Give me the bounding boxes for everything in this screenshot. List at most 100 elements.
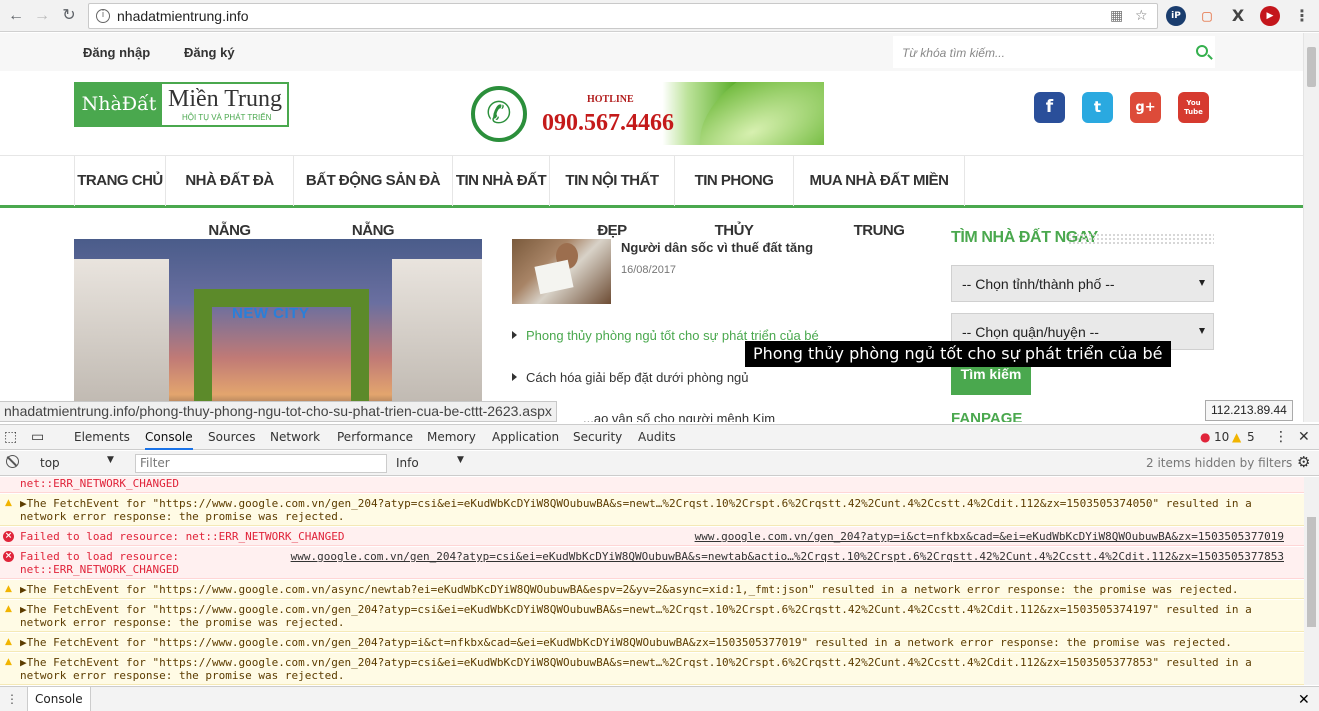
hero-building-right	[392, 259, 482, 422]
featured-thumbnail[interactable]	[512, 239, 611, 304]
page-scrollbar-thumb[interactable]	[1307, 47, 1316, 87]
nav-item-interior-news[interactable]: TIN NỘI THẤT ĐẸP	[549, 156, 674, 239]
nav-item-danang-real-estate[interactable]: BẤT ĐỘNG SẢN ĐÀ NẴNG	[293, 156, 452, 239]
close-devtools-icon[interactable]: ✕	[1298, 425, 1310, 450]
console-message-text: ▶The FetchEvent for "https://www.google.…	[20, 583, 1239, 596]
browser-toolbar: ← → ↻ i nhadatmientrung.info ▦ ☆ iP ▢ X …	[0, 0, 1319, 32]
console-error-message[interactable]: ×net::ERR_NETWORK_CHANGED	[0, 477, 1304, 493]
main-nav: TRANG CHỦ NHÀ ĐẤT ĐÀ NẴNG BẤT ĐỘNG SẢN Đ…	[0, 155, 1303, 239]
console-error-message[interactable]: × Failed to load resource: net::ERR_NETWO…	[0, 527, 1304, 546]
clear-console-icon[interactable]	[6, 455, 19, 468]
banner-leaf	[680, 82, 824, 145]
translate-icon[interactable]: ▦	[1110, 8, 1123, 24]
google-plus-icon[interactable]: g+	[1130, 92, 1161, 123]
logo-tagline: HỘI TỤ VÀ PHÁT TRIỂN	[182, 113, 272, 122]
console-source-link[interactable]: www.google.com.vn/gen_204?atyp=i&ct=nfkb…	[695, 530, 1284, 543]
tab-audits[interactable]: Audits	[638, 425, 676, 450]
ip-extension-icon[interactable]: iP	[1166, 6, 1186, 26]
console-error-message[interactable]: × Failed to load resource: net::ERR_NETWOR…	[0, 547, 1304, 579]
error-count[interactable]: 10	[1214, 425, 1229, 450]
chevron-down-icon	[1199, 328, 1205, 334]
nav-item-danang-land[interactable]: NHÀ ĐẤT ĐÀ NẴNG	[165, 156, 293, 239]
drawer-menu-icon[interactable]: ⋮	[6, 692, 18, 706]
bullet-icon	[512, 373, 517, 381]
console-filter-input[interactable]: Filter	[135, 454, 387, 473]
article-link-text: Cách hóa giải bếp đặt dưới phòng ngủ	[526, 370, 749, 385]
play-extension-icon[interactable]: ▶	[1260, 6, 1280, 26]
tab-network[interactable]: Network	[270, 425, 320, 450]
district-select-value: -- Chọn quận/huyện --	[962, 324, 1099, 340]
drawer-tab-console[interactable]: Console	[27, 687, 91, 711]
thumbnail-paper	[534, 259, 574, 295]
context-select[interactable]: top	[40, 456, 60, 470]
level-select[interactable]: Info	[396, 456, 419, 470]
browser-menu-icon[interactable]: ⋮	[1292, 6, 1312, 26]
warning-count-icon[interactable]: ▲	[1232, 425, 1241, 450]
devtools-menu-icon[interactable]: ⋮	[1274, 425, 1288, 450]
login-link[interactable]: Đăng nhập	[83, 45, 150, 60]
close-drawer-icon[interactable]: ✕	[1298, 691, 1310, 708]
reload-icon[interactable]: ↻	[59, 6, 79, 26]
console-scrollbar-thumb[interactable]	[1307, 517, 1316, 627]
forward-icon[interactable]: →	[32, 6, 52, 26]
tab-sources[interactable]: Sources	[208, 425, 255, 450]
warning-count[interactable]: 5	[1247, 425, 1255, 450]
back-icon[interactable]: ←	[6, 6, 26, 26]
console-message-text: ▶The FetchEvent for "https://www.google.…	[20, 497, 1252, 510]
console-warning-message[interactable]: ▲ ▶The FetchEvent for "https://www.google…	[0, 653, 1304, 685]
bookmark-star-icon[interactable]: ☆	[1135, 8, 1148, 24]
console-message-text: net::ERR_NETWORK_CHANGED	[20, 477, 179, 490]
console-message-text: net::ERR_NETWORK_CHANGED	[20, 563, 179, 576]
office-extension-icon[interactable]: ▢	[1197, 6, 1217, 26]
nav-item-land-news[interactable]: TIN NHÀ ĐẤT	[452, 156, 549, 206]
console-settings-icon[interactable]: ⚙	[1297, 453, 1310, 471]
logo-left-text: NhàĐất	[76, 84, 162, 125]
console-source-link[interactable]: www.google.com.vn/gen_204?atyp=csi&ei=eK…	[291, 550, 1284, 563]
tab-console[interactable]: Console	[145, 425, 193, 450]
register-link[interactable]: Đăng ký	[184, 45, 235, 60]
featured-title[interactable]: Người dân sốc vì thuế đất tăng	[621, 240, 813, 255]
console-warning-message[interactable]: ▲ ▶The FetchEvent for "https://www.google…	[0, 494, 1304, 526]
warning-icon: ▲	[5, 657, 12, 667]
context-chevron-icon[interactable]: ▼	[107, 455, 114, 465]
youtube-icon[interactable]: You Tube	[1178, 92, 1209, 123]
console-warning-message[interactable]: ▲ ▶The FetchEvent for "https://www.google…	[0, 600, 1304, 632]
nav-item-home[interactable]: TRANG CHỦ	[74, 156, 165, 206]
nav-item-fengshui-news[interactable]: TIN PHONG THỦY	[674, 156, 793, 239]
hero-image[interactable]: NEW CITY	[74, 239, 482, 422]
hotline-number: 090.567.4466	[542, 110, 674, 136]
search-icon[interactable]	[1196, 45, 1208, 57]
console-warning-message[interactable]: ▲ ▶The FetchEvent for "https://www.google…	[0, 633, 1304, 652]
article-link[interactable]: Cách hóa giải bếp đặt dưới phòng ngủ	[512, 370, 749, 385]
province-select[interactable]: -- Chọn tỉnh/thành phố --	[951, 265, 1214, 302]
tab-elements[interactable]: Elements	[74, 425, 130, 450]
x-extension-icon[interactable]: X	[1228, 6, 1248, 26]
address-url[interactable]: nhadatmientrung.info	[117, 8, 249, 24]
site-logo[interactable]: NhàĐất Miền Trung HỘI TỤ VÀ PHÁT TRIỂN	[74, 82, 289, 127]
hero-building-left	[74, 259, 169, 422]
tab-application[interactable]: Application	[492, 425, 559, 450]
tab-performance[interactable]: Performance	[337, 425, 413, 450]
console-scrollbar[interactable]	[1304, 477, 1319, 685]
device-toggle-icon[interactable]: ▭	[31, 425, 44, 450]
search-input[interactable]: Từ khóa tìm kiếm...	[893, 36, 1215, 68]
twitter-icon[interactable]: t	[1082, 92, 1113, 123]
site-info-icon[interactable]: i	[96, 9, 110, 23]
ip-badge: 112.213.89.44	[1205, 400, 1293, 421]
address-bar[interactable]: i nhadatmientrung.info ▦ ☆	[88, 3, 1158, 29]
article-link[interactable]: ...ao vận số cho người mệnh Kim	[583, 411, 775, 422]
featured-date: 16/08/2017	[621, 264, 677, 276]
console-warning-message[interactable]: ▲ ▶The FetchEvent for "https://www.google…	[0, 580, 1304, 599]
level-chevron-icon[interactable]: ▼	[457, 455, 464, 465]
page-scrollbar[interactable]	[1303, 33, 1319, 422]
inspect-icon[interactable]: ⬚	[4, 425, 17, 450]
facebook-icon[interactable]: f	[1034, 92, 1065, 123]
nav-item-buy-land[interactable]: MUA NHÀ ĐẤT MIỀN TRUNG	[793, 156, 965, 239]
link-tooltip: Phong thủy phòng ngủ tốt cho sự phát tri…	[745, 341, 1171, 367]
console-message-text: ▶The FetchEvent for "https://www.google.…	[20, 656, 1252, 669]
error-count-icon[interactable]: ●	[1200, 425, 1210, 450]
tab-memory[interactable]: Memory	[427, 425, 476, 450]
warning-icon: ▲	[5, 604, 12, 614]
top-bar: Đăng nhập Đăng ký Từ khóa tìm kiếm...	[0, 33, 1303, 71]
tab-security[interactable]: Security	[573, 425, 622, 450]
